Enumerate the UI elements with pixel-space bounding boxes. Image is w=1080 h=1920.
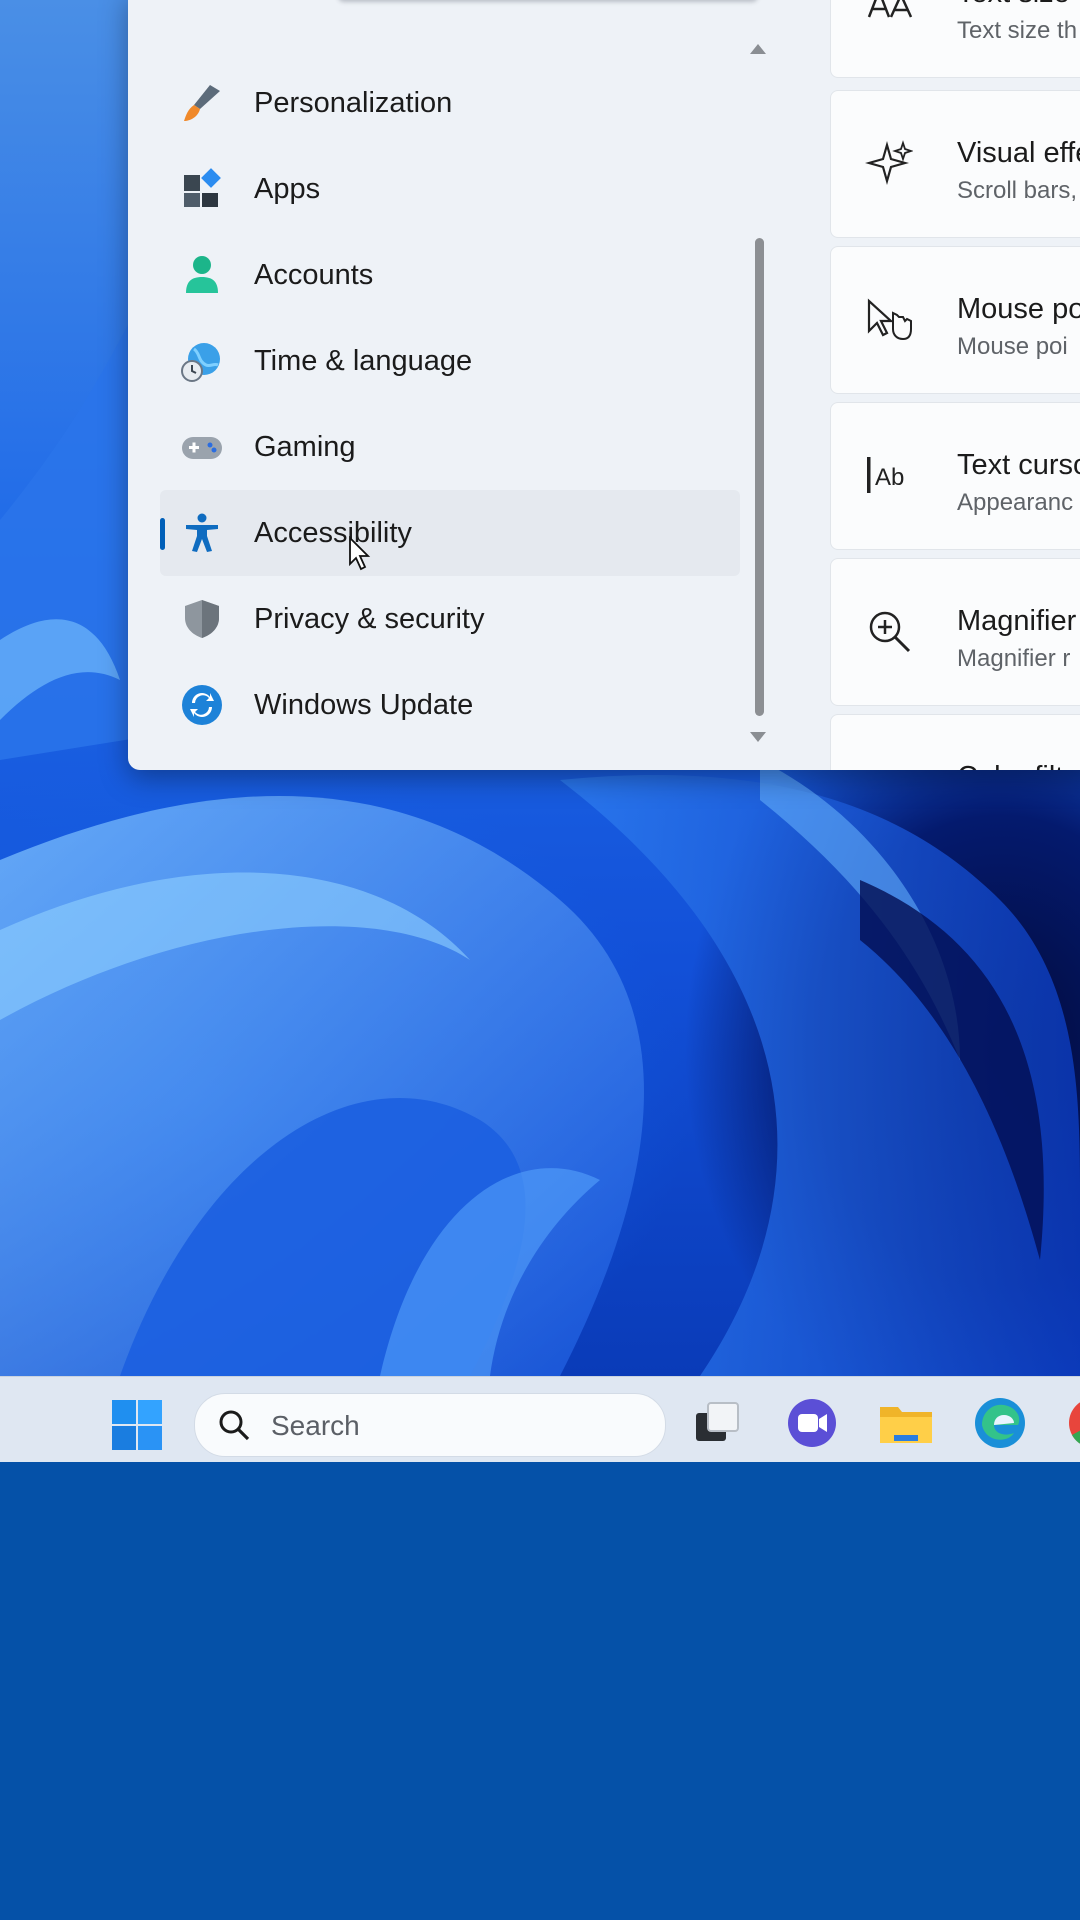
card-subtitle: Appearanc bbox=[957, 489, 1074, 516]
file-explorer-icon[interactable] bbox=[878, 1395, 934, 1451]
card-color-filters[interactable]: Color filte bbox=[830, 714, 1080, 770]
svg-text:Ab: Ab bbox=[875, 464, 904, 491]
mouse-cursor-icon bbox=[349, 536, 371, 571]
card-text-cursor[interactable]: Ab Text curso Appearanc bbox=[830, 402, 1080, 550]
accessibility-icon bbox=[186, 513, 218, 552]
card-subtitle: Text size th bbox=[957, 17, 1078, 44]
taskbar: Search bbox=[0, 1376, 1080, 1463]
card-subtitle: Mouse poi bbox=[957, 333, 1068, 360]
card-mouse-pointer[interactable]: Mouse po Mouse poi bbox=[830, 246, 1080, 394]
nav-item-windows-update[interactable]: Windows Update bbox=[160, 662, 740, 748]
nav-label: Personalization bbox=[254, 86, 453, 119]
card-title: Color filte bbox=[957, 761, 1080, 770]
card-title: Mouse po bbox=[957, 293, 1080, 325]
nav-item-accessibility[interactable]: Accessibility bbox=[160, 490, 740, 576]
magnifier-icon bbox=[869, 611, 911, 653]
text-cursor-icon: Ab bbox=[867, 457, 904, 493]
card-visual-effects[interactable]: Visual effe Scroll bars, bbox=[830, 90, 1080, 238]
paintbrush-icon bbox=[184, 85, 220, 121]
globe-clock-icon bbox=[181, 343, 220, 382]
windows-start-icon[interactable] bbox=[111, 1399, 163, 1451]
chrome-icon[interactable] bbox=[1066, 1395, 1080, 1451]
scrollbar-thumb[interactable] bbox=[755, 238, 764, 716]
nav-label: Gaming bbox=[254, 430, 356, 463]
meet-icon[interactable] bbox=[784, 1395, 840, 1451]
person-icon bbox=[186, 256, 218, 293]
card-title: Magnifier bbox=[957, 605, 1077, 637]
card-subtitle: Magnifier r bbox=[957, 645, 1071, 672]
nav-item-accounts[interactable]: Accounts bbox=[160, 232, 740, 318]
gamepad-icon bbox=[182, 437, 222, 459]
mouse-pointer-icon bbox=[867, 298, 912, 341]
nav-item-apps[interactable]: Apps bbox=[160, 146, 740, 232]
nav-item-personalization[interactable]: Personalization bbox=[160, 60, 740, 146]
taskbar-search-box[interactable]: Search bbox=[194, 1393, 666, 1457]
nav-item-time-language[interactable]: Time & language bbox=[160, 318, 740, 404]
nav-label: Privacy & security bbox=[254, 602, 485, 635]
card-text-size[interactable]: Text size Text size th bbox=[830, 0, 1080, 78]
nav-item-gaming[interactable]: Gaming bbox=[160, 404, 740, 490]
desktop-background-band bbox=[0, 1462, 1080, 1920]
card-title: Text size bbox=[957, 0, 1070, 10]
task-view-icon[interactable] bbox=[690, 1395, 746, 1451]
card-title: Text curso bbox=[957, 449, 1080, 481]
sparkle-icon bbox=[865, 140, 913, 186]
nav-label: Windows Update bbox=[254, 688, 474, 721]
color-filter-icon bbox=[865, 763, 913, 770]
card-title: Visual effe bbox=[957, 137, 1080, 169]
shield-icon bbox=[185, 600, 219, 638]
scroll-up-arrow-icon[interactable] bbox=[748, 40, 768, 56]
refresh-icon bbox=[182, 685, 222, 725]
search-placeholder: Search bbox=[271, 1410, 360, 1441]
nav-label: Accessibility bbox=[254, 516, 412, 549]
settings-nav: Personalization Apps Accounts Time & lan… bbox=[160, 60, 740, 748]
nav-label: Apps bbox=[254, 172, 321, 205]
settings-window: Personalization Apps Accounts Time & lan… bbox=[128, 0, 1080, 770]
selection-indicator bbox=[160, 518, 165, 550]
apps-icon bbox=[184, 168, 221, 207]
nav-label: Accounts bbox=[254, 258, 374, 291]
text-size-icon bbox=[867, 0, 913, 18]
card-subtitle: Scroll bars, bbox=[957, 177, 1078, 204]
nav-item-privacy-security[interactable]: Privacy & security bbox=[160, 576, 740, 662]
edge-icon[interactable] bbox=[972, 1395, 1028, 1451]
search-icon bbox=[219, 1410, 250, 1441]
window-title-bar bbox=[338, 0, 758, 2]
card-magnifier[interactable]: Magnifier Magnifier r bbox=[830, 558, 1080, 706]
scroll-down-arrow-icon[interactable] bbox=[748, 730, 768, 746]
nav-label: Time & language bbox=[254, 344, 473, 377]
